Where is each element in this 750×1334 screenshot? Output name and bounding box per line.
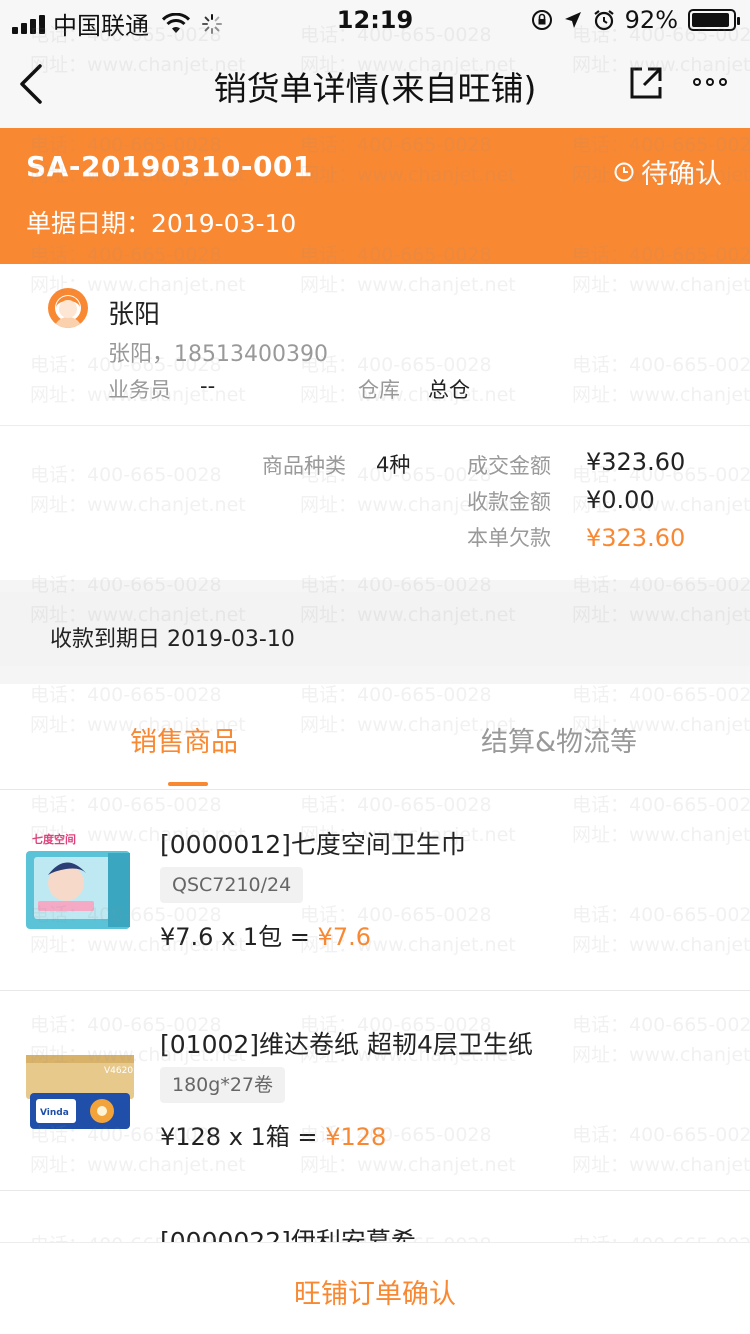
kinds-label: 商品种类 — [262, 454, 346, 478]
deal-amount-label: 成交金额 — [467, 454, 551, 478]
svg-text:七度空间: 七度空间 — [32, 832, 76, 846]
customer-name: 张阳 — [108, 300, 161, 330]
share-icon[interactable] — [628, 65, 664, 101]
status-bar: 中国联通 12:19 92% — [0, 0, 750, 40]
due-date: 收款到期日 2019-03-10 — [50, 627, 295, 652]
customer-card[interactable]: 张阳 张阳，18513400390 业务员 -- 仓库 总仓 — [0, 264, 750, 426]
order-header: SA-20190310-001 待确认 单据日期：2019-03-10 — [0, 128, 750, 264]
warehouse-label: 仓库 — [358, 378, 400, 402]
order-date-value: 2019-03-10 — [151, 209, 297, 238]
received-value: ¥0.00 — [586, 486, 655, 514]
product-image-toilet-paper: V4620 Vinda — [26, 1055, 134, 1129]
confirm-order-button[interactable]: 旺铺订单确认 — [0, 1272, 750, 1311]
tab-bar: 销售商品 结算&物流等 — [0, 684, 750, 790]
warehouse-value: 总仓 — [428, 378, 470, 402]
due-date-row: 收款到期日 2019-03-10 — [0, 592, 750, 666]
svg-text:Vinda: Vinda — [40, 1108, 69, 1118]
product-price-expr: ¥128 x 1箱 = — [160, 1123, 326, 1151]
product-item[interactable]: 七度空间 [0000012]七度空间卫生巾 QSC7210/24 ¥7.6 x … — [0, 791, 750, 991]
clock-icon — [614, 162, 634, 181]
owed-label: 本单欠款 — [467, 526, 551, 550]
product-spec: QSC7210/24 — [160, 867, 304, 903]
avatar — [48, 288, 88, 328]
battery-percent: 92% — [624, 6, 678, 34]
tab-settlement-logistics[interactable]: 结算&物流等 — [481, 720, 637, 759]
customer-contact: 张阳，18513400390 — [108, 342, 328, 367]
product-name: [0000012]七度空间卫生巾 — [160, 830, 466, 859]
status-right: 92% — [531, 6, 740, 34]
product-item[interactable]: V4620 Vinda [01002]维达卷纸 超韧4层卫生纸 180g*27卷… — [0, 991, 750, 1191]
product-total: ¥128 — [325, 1123, 387, 1151]
salesman-label: 业务员 — [108, 378, 171, 402]
product-spec: 180g*27卷 — [160, 1067, 286, 1103]
order-date: 单据日期：2019-03-10 — [26, 204, 296, 240]
battery-fill — [692, 13, 729, 27]
product-price: ¥128 x 1箱 = ¥128 — [160, 1117, 386, 1152]
order-status-label: 待确认 — [641, 159, 722, 190]
product-name: [01002]维达卷纸 超韧4层卫生纸 — [160, 1030, 533, 1059]
due-date-section: 收款到期日 2019-03-10 — [0, 580, 750, 684]
owed-value: ¥323.60 — [586, 524, 686, 552]
product-total: ¥7.6 — [317, 923, 371, 951]
salesman-value: -- — [200, 374, 216, 398]
nav-bar: 销货单详情(来自旺铺) — [0, 40, 750, 128]
footer-bar: 旺铺订单确认 — [0, 1242, 750, 1334]
more-icon[interactable] — [692, 66, 728, 98]
battery-icon — [688, 9, 740, 31]
received-label: 收款金额 — [467, 490, 551, 514]
product-name-partial: [0000022]伊利安慕希 — [160, 1227, 416, 1242]
order-status: 待确认 — [613, 152, 722, 191]
deal-amount-value: ¥323.60 — [586, 448, 686, 476]
orientation-lock-icon — [531, 10, 552, 30]
alarm-icon — [593, 10, 614, 31]
order-date-label: 单据日期： — [26, 209, 152, 238]
product-price: ¥7.6 x 1包 = ¥7.6 — [160, 917, 371, 952]
kinds-value: 4种 — [376, 453, 411, 477]
tab-active-indicator — [168, 782, 208, 786]
order-summary: 商品种类 4种 成交金额 ¥323.60 收款金额 ¥0.00 本单欠款 ¥32… — [0, 427, 750, 580]
tab-sales-goods[interactable]: 销售商品 — [130, 720, 238, 759]
svg-text:V4620: V4620 — [104, 1066, 133, 1076]
order-number: SA-20190310-001 — [26, 150, 313, 183]
product-image-sanitary-pad: 七度空间 — [26, 832, 130, 929]
user-icon — [55, 295, 81, 328]
location-icon — [564, 12, 581, 28]
product-price-expr: ¥7.6 x 1包 = — [160, 923, 318, 951]
